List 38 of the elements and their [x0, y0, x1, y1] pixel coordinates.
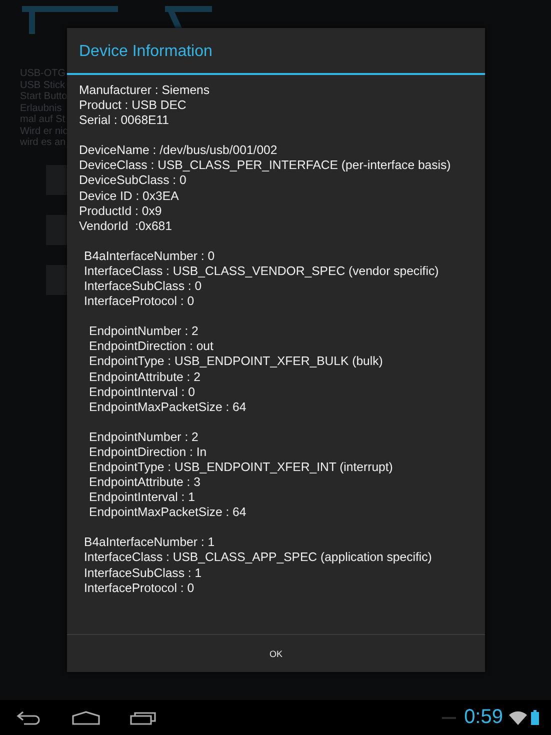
info-line: InterfaceProtocol : 0 [84, 294, 194, 310]
info-line: EndpointInterval : 0 [89, 384, 195, 400]
info-line: EndpointMaxPacketSize : 64 [89, 400, 246, 415]
info-line: EndpointAttribute : 2 [89, 370, 200, 385]
ok-button[interactable]: OK [67, 635, 485, 672]
info-line: VendorId :0x681 [79, 218, 172, 234]
info-line: EndpointAttribute : 3 [89, 475, 200, 490]
info-line: Product : USB DEC [79, 98, 186, 114]
back-icon[interactable] [16, 710, 42, 724]
clock-time: 0:59 [464, 706, 503, 729]
wifi-icon [509, 710, 527, 724]
info-line: B4aInterfaceNumber : 1 [84, 535, 215, 550]
info-line: B4aInterfaceNumber : 0 [84, 248, 215, 264]
info-line: Device ID : 0x3EA [79, 188, 179, 204]
info-line: Serial : 0068E11 [79, 113, 170, 128]
dash-icon [442, 716, 456, 718]
recent-apps-icon[interactable] [130, 710, 156, 724]
dialog-title: Device Information [67, 28, 485, 75]
info-line: InterfaceProtocol : 0 [84, 580, 194, 596]
info-line: InterfaceClass : USB_CLASS_VENDOR_SPEC (vendor specific) [84, 264, 439, 280]
info-line: Manufacturer : Siemens [79, 83, 210, 98]
info-line: DeviceName : /dev/bus/usb/001/002 [79, 143, 278, 158]
info-line: DeviceSubClass : 0 [79, 173, 186, 189]
info-line: EndpointDirection : In [89, 444, 207, 460]
info-line: EndpointType : USB_ENDPOINT_XFER_INT (interrupt) [89, 460, 393, 476]
info-line: EndpointMaxPacketSize : 64 [89, 505, 246, 520]
info-line: InterfaceClass : USB_CLASS_APP_SPEC (application specific) [84, 550, 432, 566]
info-line: EndpointNumber : 2 [89, 324, 198, 340]
info-line: InterfaceSubClass : 0 [84, 279, 202, 294]
info-line: ProductId : 0x9 [79, 204, 162, 219]
info-line: EndpointDirection : out [89, 339, 214, 354]
battery-icon [531, 710, 539, 725]
info-line: InterfaceSubClass : 1 [84, 566, 202, 581]
info-line: EndpointNumber : 2 [89, 430, 198, 445]
info-line: EndpointInterval : 1 [89, 490, 195, 506]
info-line: EndpointType : USB_ENDPOINT_XFER_BULK (bulk) [89, 354, 383, 370]
home-icon[interactable] [72, 710, 100, 724]
info-line: DeviceClass : USB_CLASS_PER_INTERFACE (per-interface basis) [79, 158, 451, 174]
